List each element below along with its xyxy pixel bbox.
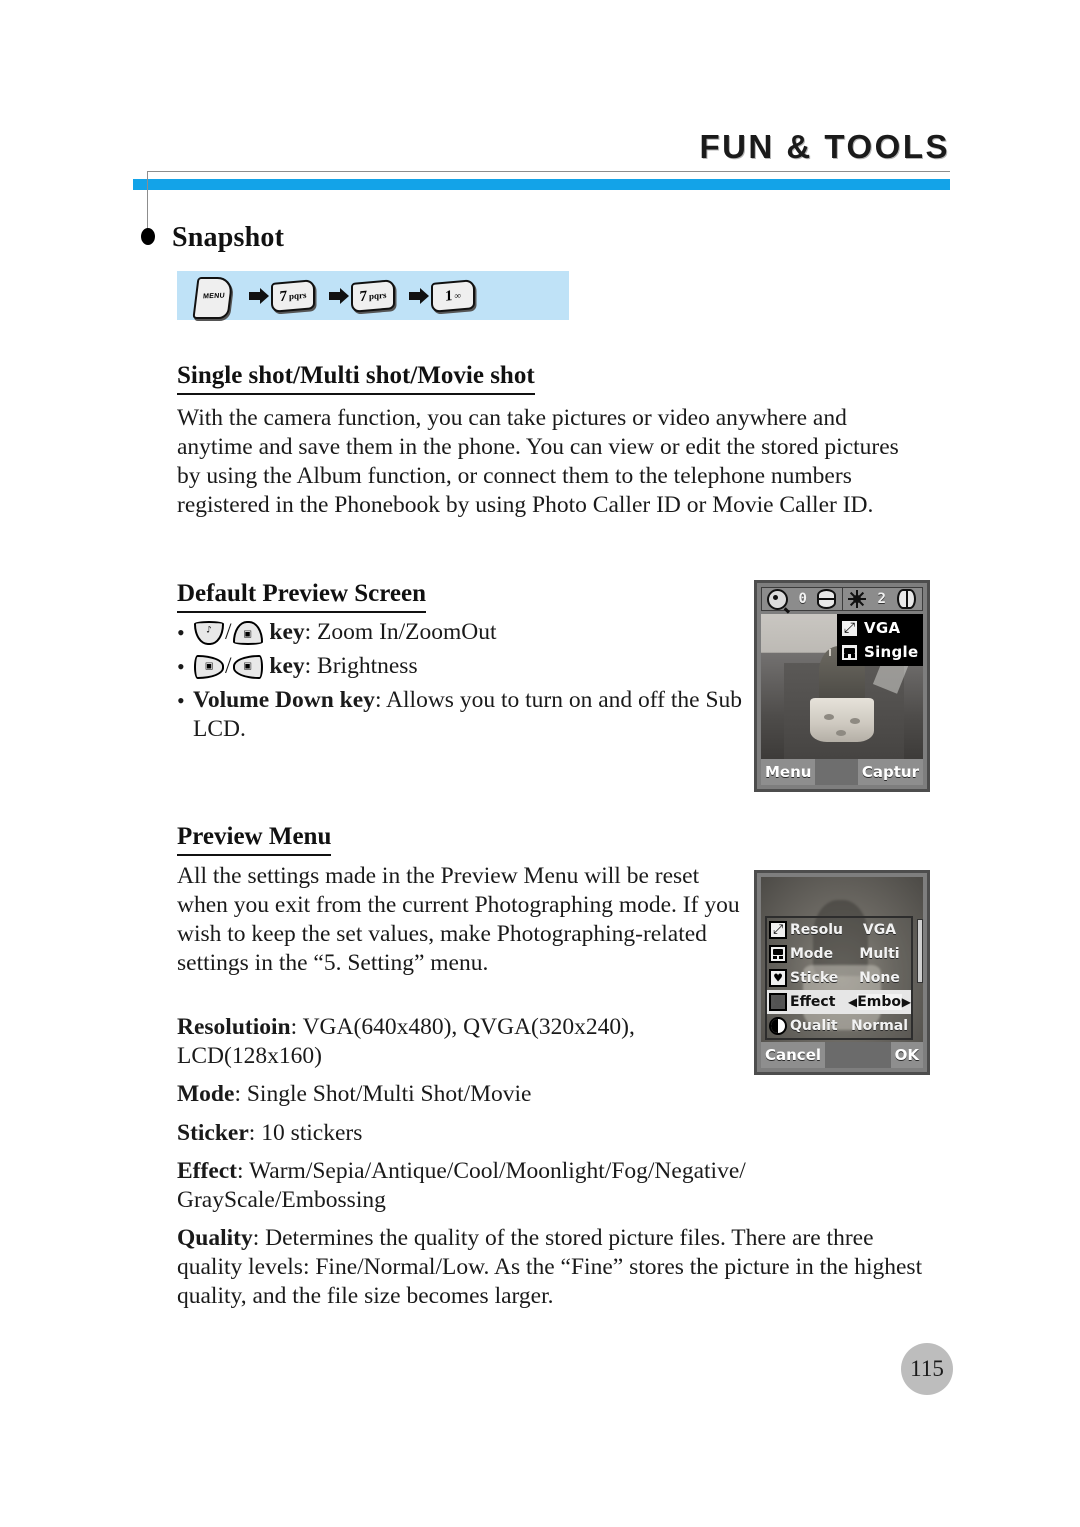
- header-rule: [147, 171, 950, 172]
- paragraph-preview-menu: All the settings made in the Preview Men…: [177, 863, 740, 976]
- definition-effect: Effect: Warm/Sepia/Antique/Cool/Moonligh…: [177, 1157, 877, 1215]
- badge-mode: Single: [837, 640, 923, 664]
- menu-row-value: VGA: [862, 922, 897, 938]
- magnifier-icon: [767, 588, 789, 610]
- arrow-right-icon: [317, 287, 351, 304]
- softkey-menu[interactable]: Menu: [761, 759, 816, 785]
- badge-label: Single: [864, 643, 919, 661]
- zoom-value: 0: [798, 591, 807, 607]
- menu-row-label: Sticke: [790, 970, 839, 986]
- screenshot-default-preview-screen: 0 2 ⤢ VGA Single Menu Captur: [754, 580, 930, 792]
- menu-row-sticker[interactable]: Sticke None: [767, 966, 911, 990]
- arrow-right-icon: [397, 287, 431, 304]
- bullet-key-label: key: [269, 653, 305, 679]
- definition-term: Resolutioin: [177, 1014, 291, 1040]
- nav-left-key-icon: ▣: [232, 655, 263, 679]
- numeric-key-7-icon: 7 pqrs: [271, 278, 315, 313]
- section-bullet-dot: [141, 228, 155, 245]
- list-bullet: •: [177, 620, 185, 645]
- menu-row-value: Normal: [850, 1018, 909, 1034]
- preview-settings-badges: VGA Single: [837, 614, 923, 666]
- preview-menu-softkey-bar: Cancel OK: [761, 1042, 923, 1068]
- zoom-indicator: 0: [762, 588, 842, 610]
- nav-down-key-icon: ♪: [194, 621, 224, 645]
- arrow-right-icon: [237, 287, 271, 304]
- bullet-key-label: key: [269, 619, 305, 645]
- bullet-text: : Zoom In/ZoomOut: [304, 619, 497, 645]
- heading-single-shot: Single shot/Multi shot/Movie shot: [177, 362, 535, 395]
- chevron-left-icon[interactable]: ◀: [848, 996, 857, 1008]
- camera-mode-icon: [840, 642, 859, 662]
- badge-resolution: VGA: [837, 616, 923, 640]
- menu-row-resolution[interactable]: Resolu VGA: [767, 918, 911, 942]
- default-preview-bullets: • ♪ / ▣ key: Zoom In/ZoomOut • ▣ / ▣ key: Br…: [177, 618, 747, 748]
- menu-row-effect[interactable]: Effect ◀ Embossi ▶: [767, 990, 911, 1014]
- menu-row-mode[interactable]: Mode Multi: [767, 942, 911, 966]
- menu-key-icon: MENU: [191, 276, 235, 319]
- list-item: • ♪ / ▣ key: Zoom In/ZoomOut: [177, 618, 747, 648]
- effect-icon: [769, 993, 787, 1011]
- list-item: • Volume Down key: Allows you to turn on…: [177, 686, 747, 744]
- definition-value: : Determines the quality of the stored p…: [177, 1225, 923, 1309]
- resolution-icon: [840, 618, 859, 638]
- softkey-ok[interactable]: OK: [890, 1042, 923, 1068]
- up-down-arrow-icon: [817, 589, 837, 609]
- manual-page: FUN & TOOLS Snapshot MENU 7 pqrs 7 pqrs 1 ∞…: [0, 0, 1080, 1527]
- brightness-value: 2: [877, 591, 886, 607]
- definition-value: : 10 stickers: [248, 1120, 363, 1146]
- nav-up-key-icon: ▣: [232, 621, 263, 645]
- definition-value: : Single Shot/Multi Shot/Movie: [234, 1081, 532, 1107]
- numeric-key-1-icon: 1 ∞: [431, 278, 475, 313]
- definition-quality: Quality: Determines the quality of the s…: [177, 1224, 929, 1311]
- heading-default-preview-screen: Default Preview Screen: [177, 580, 426, 613]
- page-header-title: FUN & TOOLS: [699, 128, 950, 165]
- definition-term: Mode: [177, 1081, 235, 1107]
- badge-label: VGA: [864, 619, 901, 637]
- header-accent-bar: [133, 179, 950, 190]
- menu-row-label: Effect: [790, 994, 836, 1010]
- preview-softkey-bar: Menu Captur: [761, 759, 923, 785]
- sticker-icon: [769, 969, 787, 987]
- sun-icon: [848, 590, 867, 608]
- screenshot-preview-menu: Resolu VGA Mode Multi Sticke None Effect…: [754, 870, 930, 1075]
- heading-preview-menu: Preview Menu: [177, 823, 332, 856]
- brightness-indicator: 2: [841, 588, 923, 610]
- menu-row-label: Mode: [790, 946, 834, 962]
- softkey-capture[interactable]: Captur: [857, 759, 923, 785]
- bullet-key-label: Volume Down key: [193, 687, 375, 713]
- camera-mode-icon: [769, 945, 787, 963]
- quality-icon: [769, 1017, 787, 1035]
- bullet-text: : Brightness: [304, 653, 418, 679]
- menu-row-label: Qualit: [790, 1018, 838, 1034]
- list-item: • ▣ / ▣ key: Brightness: [177, 652, 747, 682]
- numeric-key-7-icon: 7 pqrs: [351, 278, 395, 313]
- paragraph-single-shot: With the camera function, you can take p…: [177, 405, 899, 518]
- menu-row-quality[interactable]: Qualit Normal: [767, 1014, 911, 1038]
- menu-row-label: Resolu: [790, 922, 843, 938]
- definition-resolution: Resolutioin: VGA(640x480), QVGA(320x240)…: [177, 1013, 722, 1071]
- definition-value: : Warm/Sepia/Antique/Cool/Moonlight/Fog/…: [177, 1158, 746, 1213]
- resolution-icon: [769, 921, 787, 939]
- softkey-cancel[interactable]: Cancel: [761, 1042, 826, 1068]
- key-sequence-strip: MENU 7 pqrs 7 pqrs 1 ∞: [177, 271, 569, 320]
- list-bullet: •: [177, 688, 185, 713]
- menu-row-value: None: [859, 970, 900, 986]
- definition-term: Sticker: [177, 1120, 249, 1146]
- definition-mode: Mode: Single Shot/Multi Shot/Movie: [177, 1080, 917, 1109]
- page-number: 115: [901, 1343, 953, 1395]
- definition-term: Effect: [177, 1158, 238, 1184]
- preview-status-bar: 0 2: [761, 587, 923, 611]
- definition-sticker: Sticker: 10 stickers: [177, 1119, 917, 1148]
- section-title: Snapshot: [172, 222, 285, 253]
- nav-right-key-icon: ▣: [194, 655, 224, 679]
- chevron-right-icon[interactable]: ▶: [902, 996, 911, 1008]
- list-bullet: •: [177, 654, 185, 679]
- definition-term: Quality: [177, 1225, 253, 1251]
- menu-row-value: Embossi: [857, 994, 902, 1010]
- header-connector-line: [147, 171, 148, 234]
- preview-menu-list: Resolu VGA Mode Multi Sticke None Effect…: [765, 916, 913, 1040]
- menu-row-value: Multi: [859, 946, 900, 962]
- scrollbar[interactable]: [917, 919, 923, 983]
- left-right-arrow-icon: [897, 589, 917, 609]
